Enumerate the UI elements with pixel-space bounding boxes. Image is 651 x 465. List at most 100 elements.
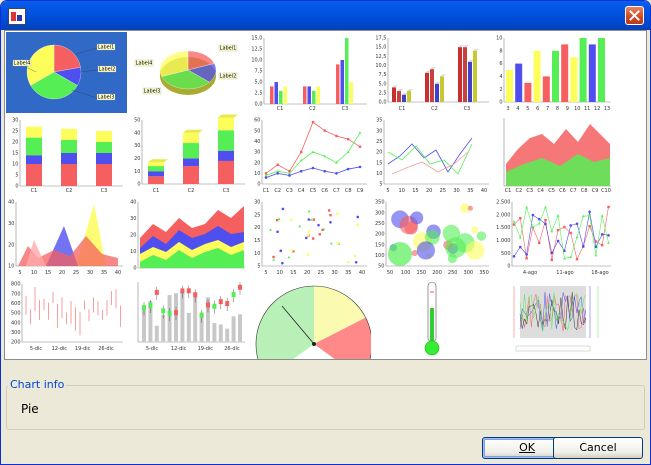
- tick-label: 10: [399, 188, 405, 194]
- tick-label: 26-dic: [224, 346, 240, 352]
- chart-tile-scatter[interactable]: 30 25 20 15 10 5 5 10 15 20 25 30 35 40: [250, 196, 371, 277]
- tick-label: 25: [254, 212, 260, 218]
- tick-label: 50: [254, 128, 260, 134]
- chart-thumbnail-bar: 15,0 12,5 10,0 7,5 5,0 2,5 0,0 C1 C2 C3: [251, 36, 367, 112]
- tick-label: C1: [277, 106, 284, 112]
- chart-tile-meter[interactable]: [250, 278, 371, 359]
- tick-label: 10: [130, 249, 136, 255]
- chart-thumbnail-meter: [255, 285, 371, 359]
- tick-label: 26-dic: [98, 346, 114, 352]
- chart-selector-dialog: Label1 Label2 Label3 Label4 Label1 Label2 Labe…: [0, 0, 651, 465]
- tick-label: 19-dic: [198, 346, 214, 352]
- tick-label: 150: [375, 242, 385, 248]
- tick-label: C2: [274, 188, 281, 194]
- tick-label: 12-dic: [52, 346, 68, 352]
- chart-tile-line[interactable]: 60 50 40 30 20 10 0 C1 C2 C3 C4 C5 C6 C7 C8 C9: [250, 114, 371, 195]
- tick-label: Label3: [144, 89, 161, 95]
- tick-label: 15: [376, 160, 382, 166]
- chart-tile-area[interactable]: C1 C2 C3 C4 C5 C6 C7 C8 C9 C10: [494, 114, 615, 195]
- cancel-button[interactable]: Cancel: [553, 437, 643, 459]
- tick-label: 150: [417, 270, 427, 276]
- tick-label: 0: [499, 100, 502, 106]
- chart-thumbnail-high-low: 800 700 600 500 400 300 200 5-dic 12-dic 19-dic 26…: [11, 282, 123, 352]
- tick-label: 12,5: [375, 54, 386, 60]
- tick-label: 7: [546, 106, 549, 112]
- chart-tile-xy-line[interactable]: 35 30 25 20 15 10 5 5 10 15 20 25 30 35 40: [372, 114, 493, 195]
- tick-label: C2: [188, 188, 195, 194]
- ok-button-label: OK: [519, 441, 535, 454]
- tick-label: C3: [101, 188, 108, 194]
- tick-label: 0: [133, 266, 136, 272]
- tick-label: 13: [604, 106, 610, 112]
- tick-label: 15: [12, 151, 18, 157]
- chart-tile-high-low[interactable]: 800 700 600 500 400 300 200 5-dic 12-dic 19-dic 26…: [6, 278, 127, 359]
- tick-label: 0,0: [255, 102, 263, 108]
- chart-tile-bubble[interactable]: 350 300 250 200 150 100 50 50 100 150 200 250 300 350: [372, 196, 493, 277]
- chart-thumbnail-xy-line: 35 30 25 20 15 10 55 10 15 20 25 30 35 40: [376, 118, 489, 194]
- tick-label: C9: [592, 188, 599, 194]
- tick-label: 5-dic: [146, 346, 159, 352]
- tick-label: 2,5: [379, 90, 387, 96]
- tick-label: 250: [448, 270, 458, 276]
- tick-label: 7,5: [255, 69, 263, 75]
- chart-tile-stacked-area[interactable]: 40 30 20 10 0: [128, 196, 249, 277]
- tick-label: 300: [375, 210, 385, 216]
- chart-tile-bar-3d[interactable]: 17,5 15,0 12,5 10,0 7,5 5,0 2,5 0,0 C1 C2 C3: [372, 32, 493, 113]
- tick-label: Label2: [220, 74, 237, 80]
- tick-label: 10: [12, 162, 18, 168]
- tick-label: 400: [11, 320, 21, 326]
- chart-tile-bar[interactable]: 15,0 12,5 10,0 7,5 5,0 2,5 0,0 C1 C2 C3: [250, 32, 371, 113]
- tick-label: 15: [254, 238, 260, 244]
- tick-label: C9: [357, 188, 364, 194]
- chart-info-value: Pie: [21, 402, 39, 416]
- tick-label: C1: [31, 188, 38, 194]
- chart-thumbnail-scatter: 30 25 20 15 10 55 10 15 20 25 30 35 40: [254, 200, 367, 276]
- tick-label: 30: [254, 150, 260, 156]
- tick-label: C3: [526, 188, 533, 194]
- tick-label: 5-dic: [30, 346, 43, 352]
- chart-tile-thermometer[interactable]: [372, 278, 493, 359]
- tick-label: 10: [8, 264, 14, 270]
- tick-label: 200: [11, 340, 21, 346]
- chart-tile-xy-area[interactable]: 40 30 20 10 5 10 15 20 25 30 35 40: [6, 196, 127, 277]
- tick-label: 12,5: [251, 47, 262, 53]
- chart-tile-time-series[interactable]: 2.500 2.000 1.500 1.000 500 0 4-ago 11-ago 18-ag…: [494, 196, 615, 277]
- tick-label: 4: [499, 74, 502, 80]
- tick-label: 50: [387, 270, 393, 276]
- tick-label: 20: [8, 242, 14, 248]
- tick-label: 15: [412, 188, 418, 194]
- chart-thumbnail-bar-3d: 17,5 15,0 12,5 10,0 7,5 5,0 2,5 0,0 C1 C2 C3: [375, 36, 489, 112]
- tick-label: 40: [8, 200, 14, 206]
- chart-thumbnail-line: 60 50 40 30 20 10 0C1 C2 C3 C4 C5 C6 C7 C8 C9: [254, 118, 367, 194]
- tick-label: 25: [73, 270, 79, 276]
- tick-label: Label4: [14, 61, 31, 67]
- chart-tile-stacked-bar-3d[interactable]: 50 40 30 20 10 0 C1 C2 C3: [128, 114, 249, 195]
- tick-label: 20: [12, 140, 18, 146]
- tick-label: 5: [526, 106, 529, 112]
- tick-label: 40: [481, 188, 487, 194]
- tick-label: 20: [130, 233, 136, 239]
- tick-label: 25: [440, 188, 446, 194]
- tick-label: 2: [499, 87, 502, 93]
- chart-tile-xy-bar[interactable]: 10 8 6 4 2 0 3 4 5 6 7 8 9 10 11 12 13: [494, 32, 615, 113]
- tick-label: 35: [467, 188, 473, 194]
- tick-label: 4-ago: [523, 270, 537, 276]
- chart-tile-pie-3d[interactable]: Label1 Label2 Label3 Label4: [128, 32, 249, 113]
- tick-label: 5,0: [255, 80, 263, 86]
- tick-label: 10: [134, 169, 140, 175]
- tick-label: C3: [342, 106, 349, 112]
- chart-tile-candlestick[interactable]: 5-dic 12-dic 19-dic 26-dic: [128, 278, 249, 359]
- chart-thumbnail-thermometer: [424, 281, 440, 356]
- chart-thumbnail-stacked-bar-3d: 50 40 30 20 10 0 C1 C2 C3: [134, 114, 245, 194]
- tick-label: 0,0: [379, 100, 387, 106]
- chart-tile-stacked-bar[interactable]: 30 25 20 15 10 5 0 C1 C2 C3: [6, 114, 127, 195]
- chart-tile-pie[interactable]: Label1 Label2 Label3 Label4: [6, 32, 127, 113]
- tick-label: 15,0: [251, 36, 262, 42]
- tick-label: 700: [11, 291, 21, 297]
- tick-label: 30: [8, 221, 14, 227]
- tick-label: 5,0: [379, 81, 387, 87]
- tick-label: 19-dic: [75, 346, 91, 352]
- tick-label: 1.000: [496, 238, 510, 244]
- chart-tile-multi-axis[interactable]: [494, 278, 615, 359]
- close-button[interactable]: [625, 6, 644, 25]
